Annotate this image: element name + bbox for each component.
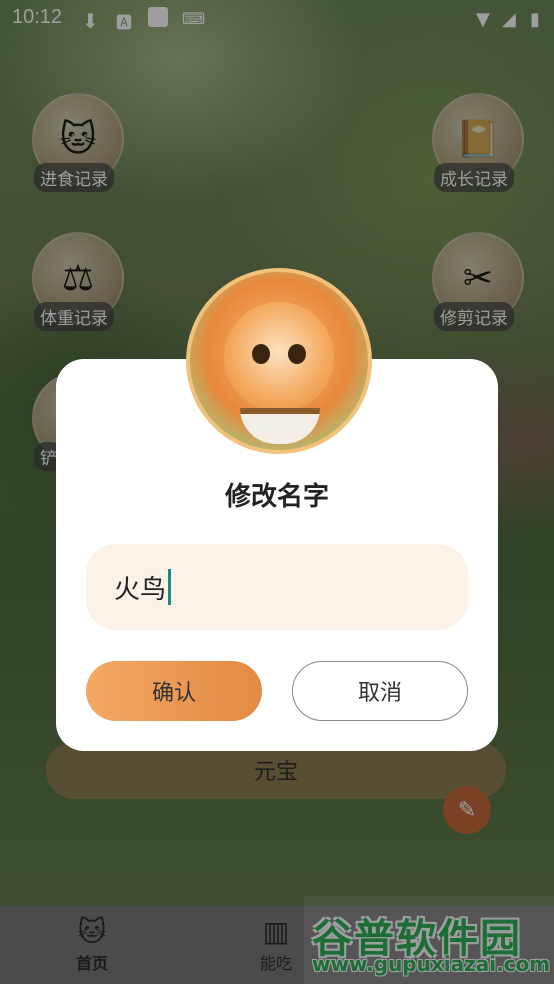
- cat-face: [224, 302, 334, 412]
- cat-eye-left: [252, 344, 270, 364]
- text-caret: [168, 569, 172, 605]
- cancel-button[interactable]: 取消: [292, 661, 468, 721]
- name-input[interactable]: 火鸟: [86, 544, 468, 630]
- name-input-value: 火鸟: [114, 574, 167, 605]
- dialog-title: 修改名字: [224, 482, 329, 512]
- confirm-button[interactable]: 确认: [86, 661, 262, 721]
- food-bowl: [240, 408, 320, 444]
- cat-eye-right: [288, 344, 306, 364]
- pet-avatar[interactable]: [186, 268, 372, 454]
